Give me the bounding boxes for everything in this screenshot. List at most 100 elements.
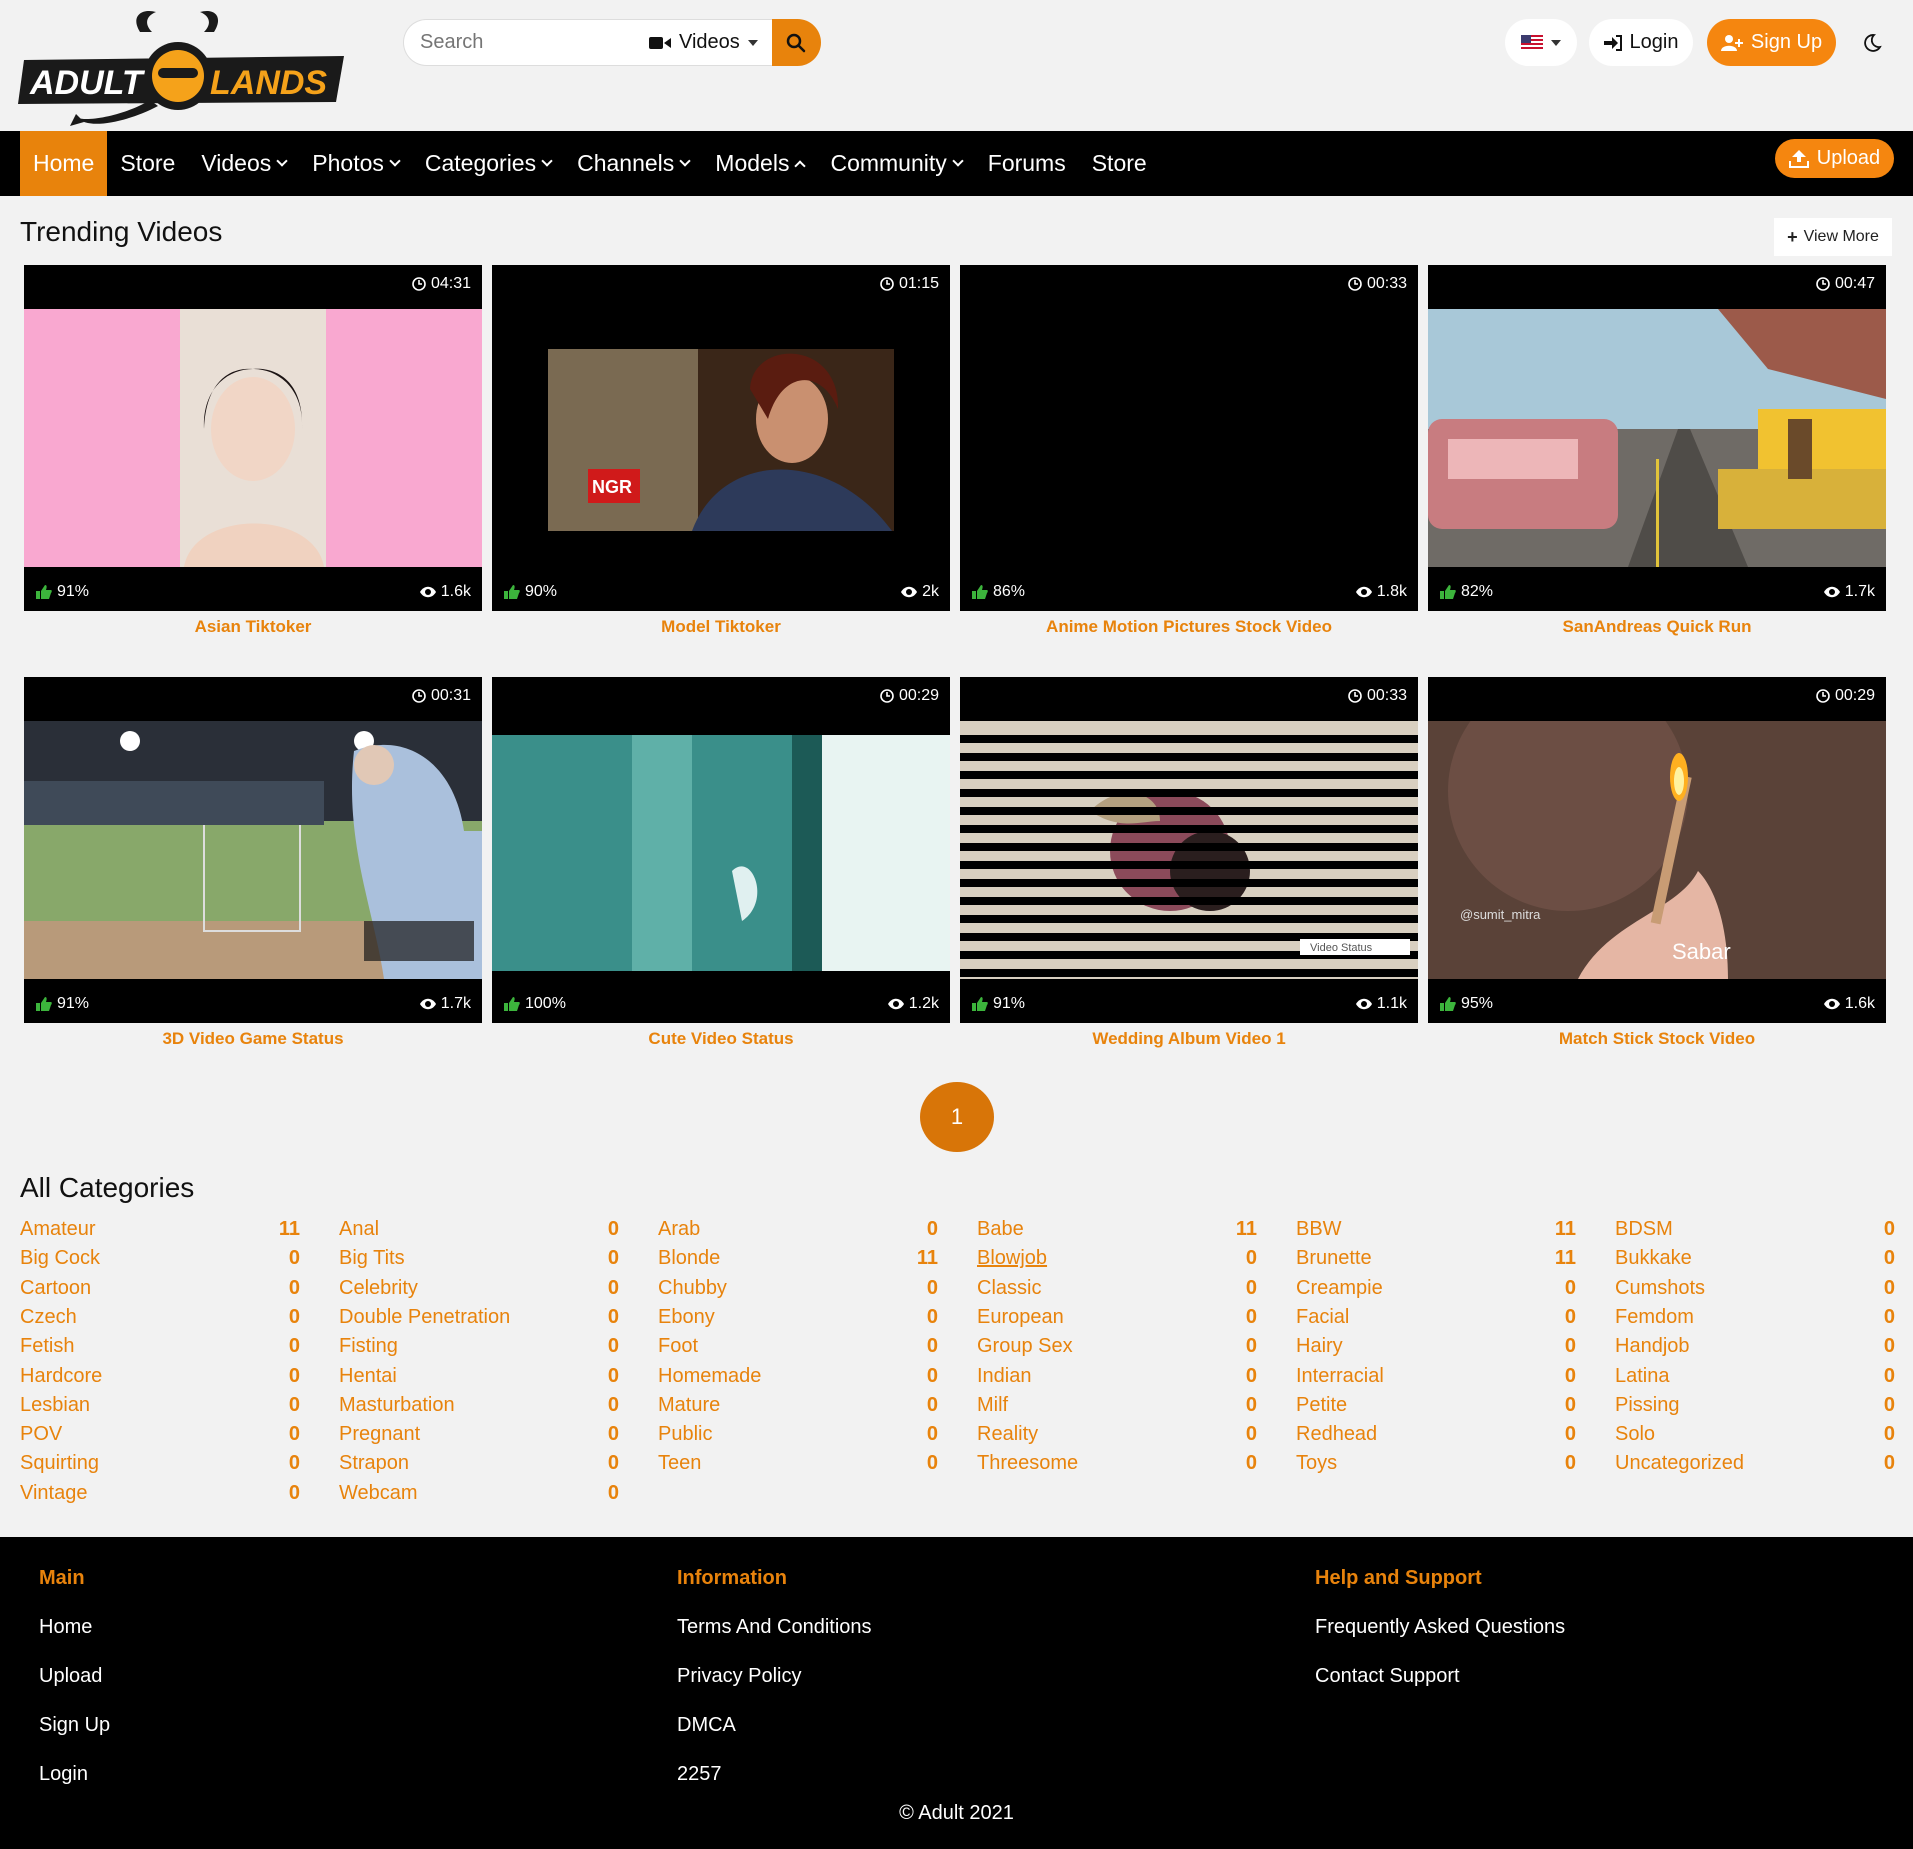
category-item[interactable]: Bukkake 0: [1615, 1247, 1895, 1273]
video-title-link[interactable]: Match Stick Stock Video: [1428, 1029, 1886, 1049]
category-name[interactable]: Group Sex: [977, 1335, 1073, 1358]
category-item[interactable]: Vintage 0: [20, 1482, 300, 1508]
language-selector[interactable]: [1505, 19, 1577, 66]
category-name[interactable]: BBW: [1296, 1218, 1342, 1241]
category-item[interactable]: Indian 0: [977, 1365, 1257, 1391]
category-item[interactable]: Brunette 11: [1296, 1247, 1576, 1273]
category-name[interactable]: Reality: [977, 1423, 1038, 1446]
category-name[interactable]: Classic: [977, 1277, 1041, 1300]
category-name[interactable]: Interracial: [1296, 1365, 1384, 1388]
category-name[interactable]: Threesome: [977, 1452, 1078, 1475]
category-name[interactable]: Amateur: [20, 1218, 96, 1241]
login-button[interactable]: Login: [1589, 19, 1693, 66]
video-thumbnail[interactable]: [1428, 309, 1886, 567]
category-item[interactable]: Big Tits 0: [339, 1247, 619, 1273]
category-item[interactable]: Double Penetration 0: [339, 1306, 619, 1332]
category-name[interactable]: Teen: [658, 1452, 701, 1475]
category-item[interactable]: Fetish 0: [20, 1335, 300, 1361]
category-name[interactable]: Uncategorized: [1615, 1452, 1744, 1475]
category-item[interactable]: Blonde 11: [658, 1247, 938, 1273]
category-name[interactable]: Arab: [658, 1218, 700, 1241]
category-item[interactable]: Czech 0: [20, 1306, 300, 1332]
category-name[interactable]: Bukkake: [1615, 1247, 1692, 1270]
category-item[interactable]: Latina 0: [1615, 1365, 1895, 1391]
category-name[interactable]: Public: [658, 1423, 712, 1446]
video-thumbnail[interactable]: [960, 309, 1418, 567]
upload-button[interactable]: Upload: [1775, 139, 1894, 178]
footer-link-signup[interactable]: Sign Up: [39, 1714, 110, 1763]
category-item[interactable]: Pissing 0: [1615, 1394, 1895, 1420]
video-card[interactable]: @sumit_mitra Sabar 00:29 95% 1.6k: [1428, 677, 1886, 1023]
category-name[interactable]: Webcam: [339, 1482, 418, 1505]
category-name[interactable]: Squirting: [20, 1452, 99, 1475]
category-name[interactable]: Creampie: [1296, 1277, 1383, 1300]
category-name[interactable]: Indian: [977, 1365, 1032, 1388]
category-item[interactable]: Handjob 0: [1615, 1335, 1895, 1361]
video-card[interactable]: Video Status 00:33 91% 1.1k: [960, 677, 1418, 1023]
category-name[interactable]: Vintage: [20, 1482, 87, 1505]
category-name[interactable]: Big Cock: [20, 1247, 100, 1270]
category-name[interactable]: Blonde: [658, 1247, 720, 1270]
theme-toggle[interactable]: [1848, 19, 1895, 66]
video-title-link[interactable]: Model Tiktoker: [492, 617, 950, 637]
nav-item-home[interactable]: Home: [20, 131, 108, 196]
signup-button[interactable]: Sign Up: [1707, 19, 1836, 66]
category-name[interactable]: Chubby: [658, 1277, 727, 1300]
category-item[interactable]: Milf 0: [977, 1394, 1257, 1420]
category-name[interactable]: Pregnant: [339, 1423, 420, 1446]
category-item[interactable]: Squirting 0: [20, 1452, 300, 1478]
category-name[interactable]: Hentai: [339, 1365, 397, 1388]
category-item[interactable]: POV 0: [20, 1423, 300, 1449]
pagination-page-1[interactable]: 1: [920, 1082, 994, 1152]
category-item[interactable]: BBW 11: [1296, 1218, 1576, 1244]
category-name[interactable]: Milf: [977, 1394, 1008, 1417]
search-type-select[interactable]: Videos: [635, 19, 772, 66]
nav-item-store[interactable]: Store: [107, 131, 188, 196]
category-name[interactable]: Fisting: [339, 1335, 398, 1358]
category-item[interactable]: Anal 0: [339, 1218, 619, 1244]
nav-item-photos[interactable]: Photos: [299, 131, 412, 196]
footer-link-upload[interactable]: Upload: [39, 1665, 110, 1714]
category-item[interactable]: Homemade 0: [658, 1365, 938, 1391]
video-thumbnail[interactable]: Video Status: [960, 721, 1418, 979]
category-name[interactable]: Femdom: [1615, 1306, 1694, 1329]
search-input[interactable]: [403, 19, 635, 66]
category-item[interactable]: Webcam 0: [339, 1482, 619, 1508]
category-name[interactable]: Toys: [1296, 1452, 1337, 1475]
category-item[interactable]: Blowjob 0: [977, 1247, 1257, 1273]
category-item[interactable]: Facial 0: [1296, 1306, 1576, 1332]
category-name[interactable]: Fetish: [20, 1335, 74, 1358]
category-item[interactable]: Reality 0: [977, 1423, 1257, 1449]
video-title-link[interactable]: Wedding Album Video 1: [960, 1029, 1418, 1049]
category-item[interactable]: Cumshots 0: [1615, 1277, 1895, 1303]
category-item[interactable]: Fisting 0: [339, 1335, 619, 1361]
video-title-link[interactable]: 3D Video Game Status: [24, 1029, 482, 1049]
category-item[interactable]: Amateur 11: [20, 1218, 300, 1244]
video-card[interactable]: 00:33 86% 1.8k: [960, 265, 1418, 611]
footer-link-terms[interactable]: Terms And Conditions: [677, 1616, 872, 1665]
category-name[interactable]: Mature: [658, 1394, 720, 1417]
category-name[interactable]: Celebrity: [339, 1277, 418, 1300]
category-name[interactable]: Foot: [658, 1335, 698, 1358]
category-item[interactable]: Uncategorized 0: [1615, 1452, 1895, 1478]
category-item[interactable]: Strapon 0: [339, 1452, 619, 1478]
category-name[interactable]: Big Tits: [339, 1247, 405, 1270]
nav-item-models[interactable]: Models: [702, 131, 817, 196]
category-name[interactable]: Czech: [20, 1306, 77, 1329]
category-name[interactable]: Redhead: [1296, 1423, 1377, 1446]
category-name[interactable]: Cumshots: [1615, 1277, 1705, 1300]
nav-item-community[interactable]: Community: [817, 131, 974, 196]
category-name[interactable]: Homemade: [658, 1365, 761, 1388]
video-card[interactable]: 00:31 91% 1.7k: [24, 677, 482, 1023]
category-name[interactable]: Brunette: [1296, 1247, 1372, 1270]
category-item[interactable]: Mature 0: [658, 1394, 938, 1420]
video-thumbnail[interactable]: [24, 721, 482, 979]
category-item[interactable]: Chubby 0: [658, 1277, 938, 1303]
footer-link-faq[interactable]: Frequently Asked Questions: [1315, 1616, 1565, 1665]
nav-item-forums[interactable]: Forums: [975, 131, 1079, 196]
category-item[interactable]: European 0: [977, 1306, 1257, 1332]
category-item[interactable]: Threesome 0: [977, 1452, 1257, 1478]
category-name[interactable]: Solo: [1615, 1423, 1655, 1446]
video-title-link[interactable]: Anime Motion Pictures Stock Video: [960, 617, 1418, 637]
category-name[interactable]: Anal: [339, 1218, 379, 1241]
